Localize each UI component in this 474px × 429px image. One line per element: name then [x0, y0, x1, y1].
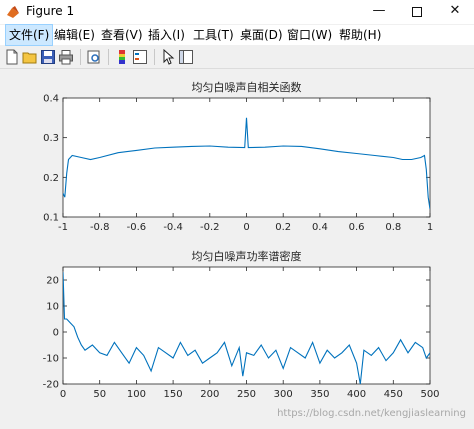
- y-tick-label: 0.2: [43, 173, 59, 184]
- chart-title: 均匀白噪声功率谱密度: [192, 249, 302, 263]
- x-tick-label: 400: [347, 389, 366, 400]
- y-tick-label: 20: [46, 276, 59, 287]
- save-icon[interactable]: [40, 49, 56, 65]
- menu-tools[interactable]: 工具(T): [193, 25, 234, 45]
- maximize-button[interactable]: [398, 0, 436, 24]
- figure-canvas[interactable]: -1 -0.8 -0.6 -0.4 -0.2 0 0.2 0.4 0.6 0.8 1 0.1 0.2 0.…: [0, 69, 474, 425]
- figure-plots-svg: -1 -0.8 -0.6 -0.4 -0.2 0 0.2 0.4 0.6 0.8 1 0.1 0.2 0.…: [43, 80, 440, 400]
- x-tick-label: 0.4: [312, 222, 328, 233]
- maximize-icon: [412, 7, 422, 17]
- axes-2: 0 50 100 150 200 250 300 350 400 450 500 -20 -10 0 10 2…: [43, 249, 440, 400]
- axes-1: -1 -0.8 -0.6 -0.4 -0.2 0 0.2 0.4 0.6 0.8 1 0.1 0.2 0.…: [43, 80, 433, 233]
- x-tick-label: 0: [243, 222, 249, 233]
- menu-bar: 文件(F) 编辑(E) 查看(V) 插入(I) 工具(T) 桌面(D) 窗口(W…: [0, 24, 474, 46]
- y-tick-label: 0.1: [43, 213, 59, 224]
- x-tick-label: 1: [427, 222, 433, 233]
- y-tick-label: -20: [43, 380, 59, 391]
- toolbar-separator: [80, 49, 81, 65]
- x-tick-label: 450: [384, 389, 403, 400]
- x-tick-label: 300: [274, 389, 293, 400]
- figure-toolbar: [0, 46, 474, 69]
- menu-desktop[interactable]: 桌面(D): [240, 25, 283, 45]
- x-tick-label: 150: [164, 389, 183, 400]
- close-icon: ✕: [449, 3, 461, 18]
- toolbar-separator: [108, 49, 109, 65]
- title-bar: Figure 1 — ✕: [0, 0, 474, 24]
- menu-view[interactable]: 查看(V): [101, 25, 143, 45]
- x-tick-label: -0.4: [163, 222, 183, 233]
- menu-file[interactable]: 文件(F): [4, 24, 54, 46]
- legend-icon[interactable]: [132, 49, 148, 65]
- window-title: Figure 1: [26, 4, 75, 18]
- x-tick-label: 250: [237, 389, 256, 400]
- minimize-icon: —: [372, 3, 386, 18]
- edit-plot-arrow-icon[interactable]: [160, 49, 176, 65]
- y-tick-label: 10: [46, 302, 59, 313]
- menu-edit[interactable]: 编辑(E): [54, 25, 95, 45]
- chart-title: 均匀白噪声自相关函数: [192, 80, 302, 94]
- matlab-app-icon: [7, 6, 19, 18]
- menu-insert[interactable]: 插入(I): [148, 25, 185, 45]
- x-tick-label: -1: [58, 222, 68, 233]
- new-figure-icon[interactable]: [4, 49, 20, 65]
- toolbar-separator: [154, 49, 155, 65]
- minimize-button[interactable]: —: [360, 0, 398, 24]
- y-tick-label: 0.3: [43, 133, 59, 144]
- colorbar-icon[interactable]: [114, 49, 130, 65]
- print-icon[interactable]: [58, 49, 74, 65]
- watermark-text: https://blog.csdn.net/kengjiaslearning: [277, 408, 466, 419]
- x-tick-label: -0.8: [90, 222, 110, 233]
- plot-area: [62, 266, 431, 385]
- property-editor-icon[interactable]: [178, 49, 194, 65]
- x-tick-label: -0.6: [127, 222, 147, 233]
- x-tick-label: 350: [310, 389, 329, 400]
- y-tick-label: -10: [43, 354, 59, 365]
- x-tick-label: 0: [60, 389, 66, 400]
- menu-window[interactable]: 窗口(W): [287, 25, 332, 45]
- x-tick-label: -0.2: [200, 222, 220, 233]
- open-file-icon[interactable]: [22, 49, 38, 65]
- x-tick-label: 200: [200, 389, 219, 400]
- x-tick-label: 500: [420, 389, 439, 400]
- x-tick-label: 0.8: [385, 222, 401, 233]
- y-tick-label: 0.4: [43, 94, 59, 105]
- x-tick-label: 0.6: [349, 222, 365, 233]
- x-tick-label: 0.2: [275, 222, 291, 233]
- x-tick-label: 100: [127, 389, 146, 400]
- plot-area: [62, 97, 431, 218]
- x-tick-label: 50: [93, 389, 106, 400]
- menu-help[interactable]: 帮助(H): [339, 25, 381, 45]
- print-preview-icon[interactable]: [86, 49, 102, 65]
- y-tick-label: 0: [53, 328, 59, 339]
- close-button[interactable]: ✕: [436, 0, 474, 24]
